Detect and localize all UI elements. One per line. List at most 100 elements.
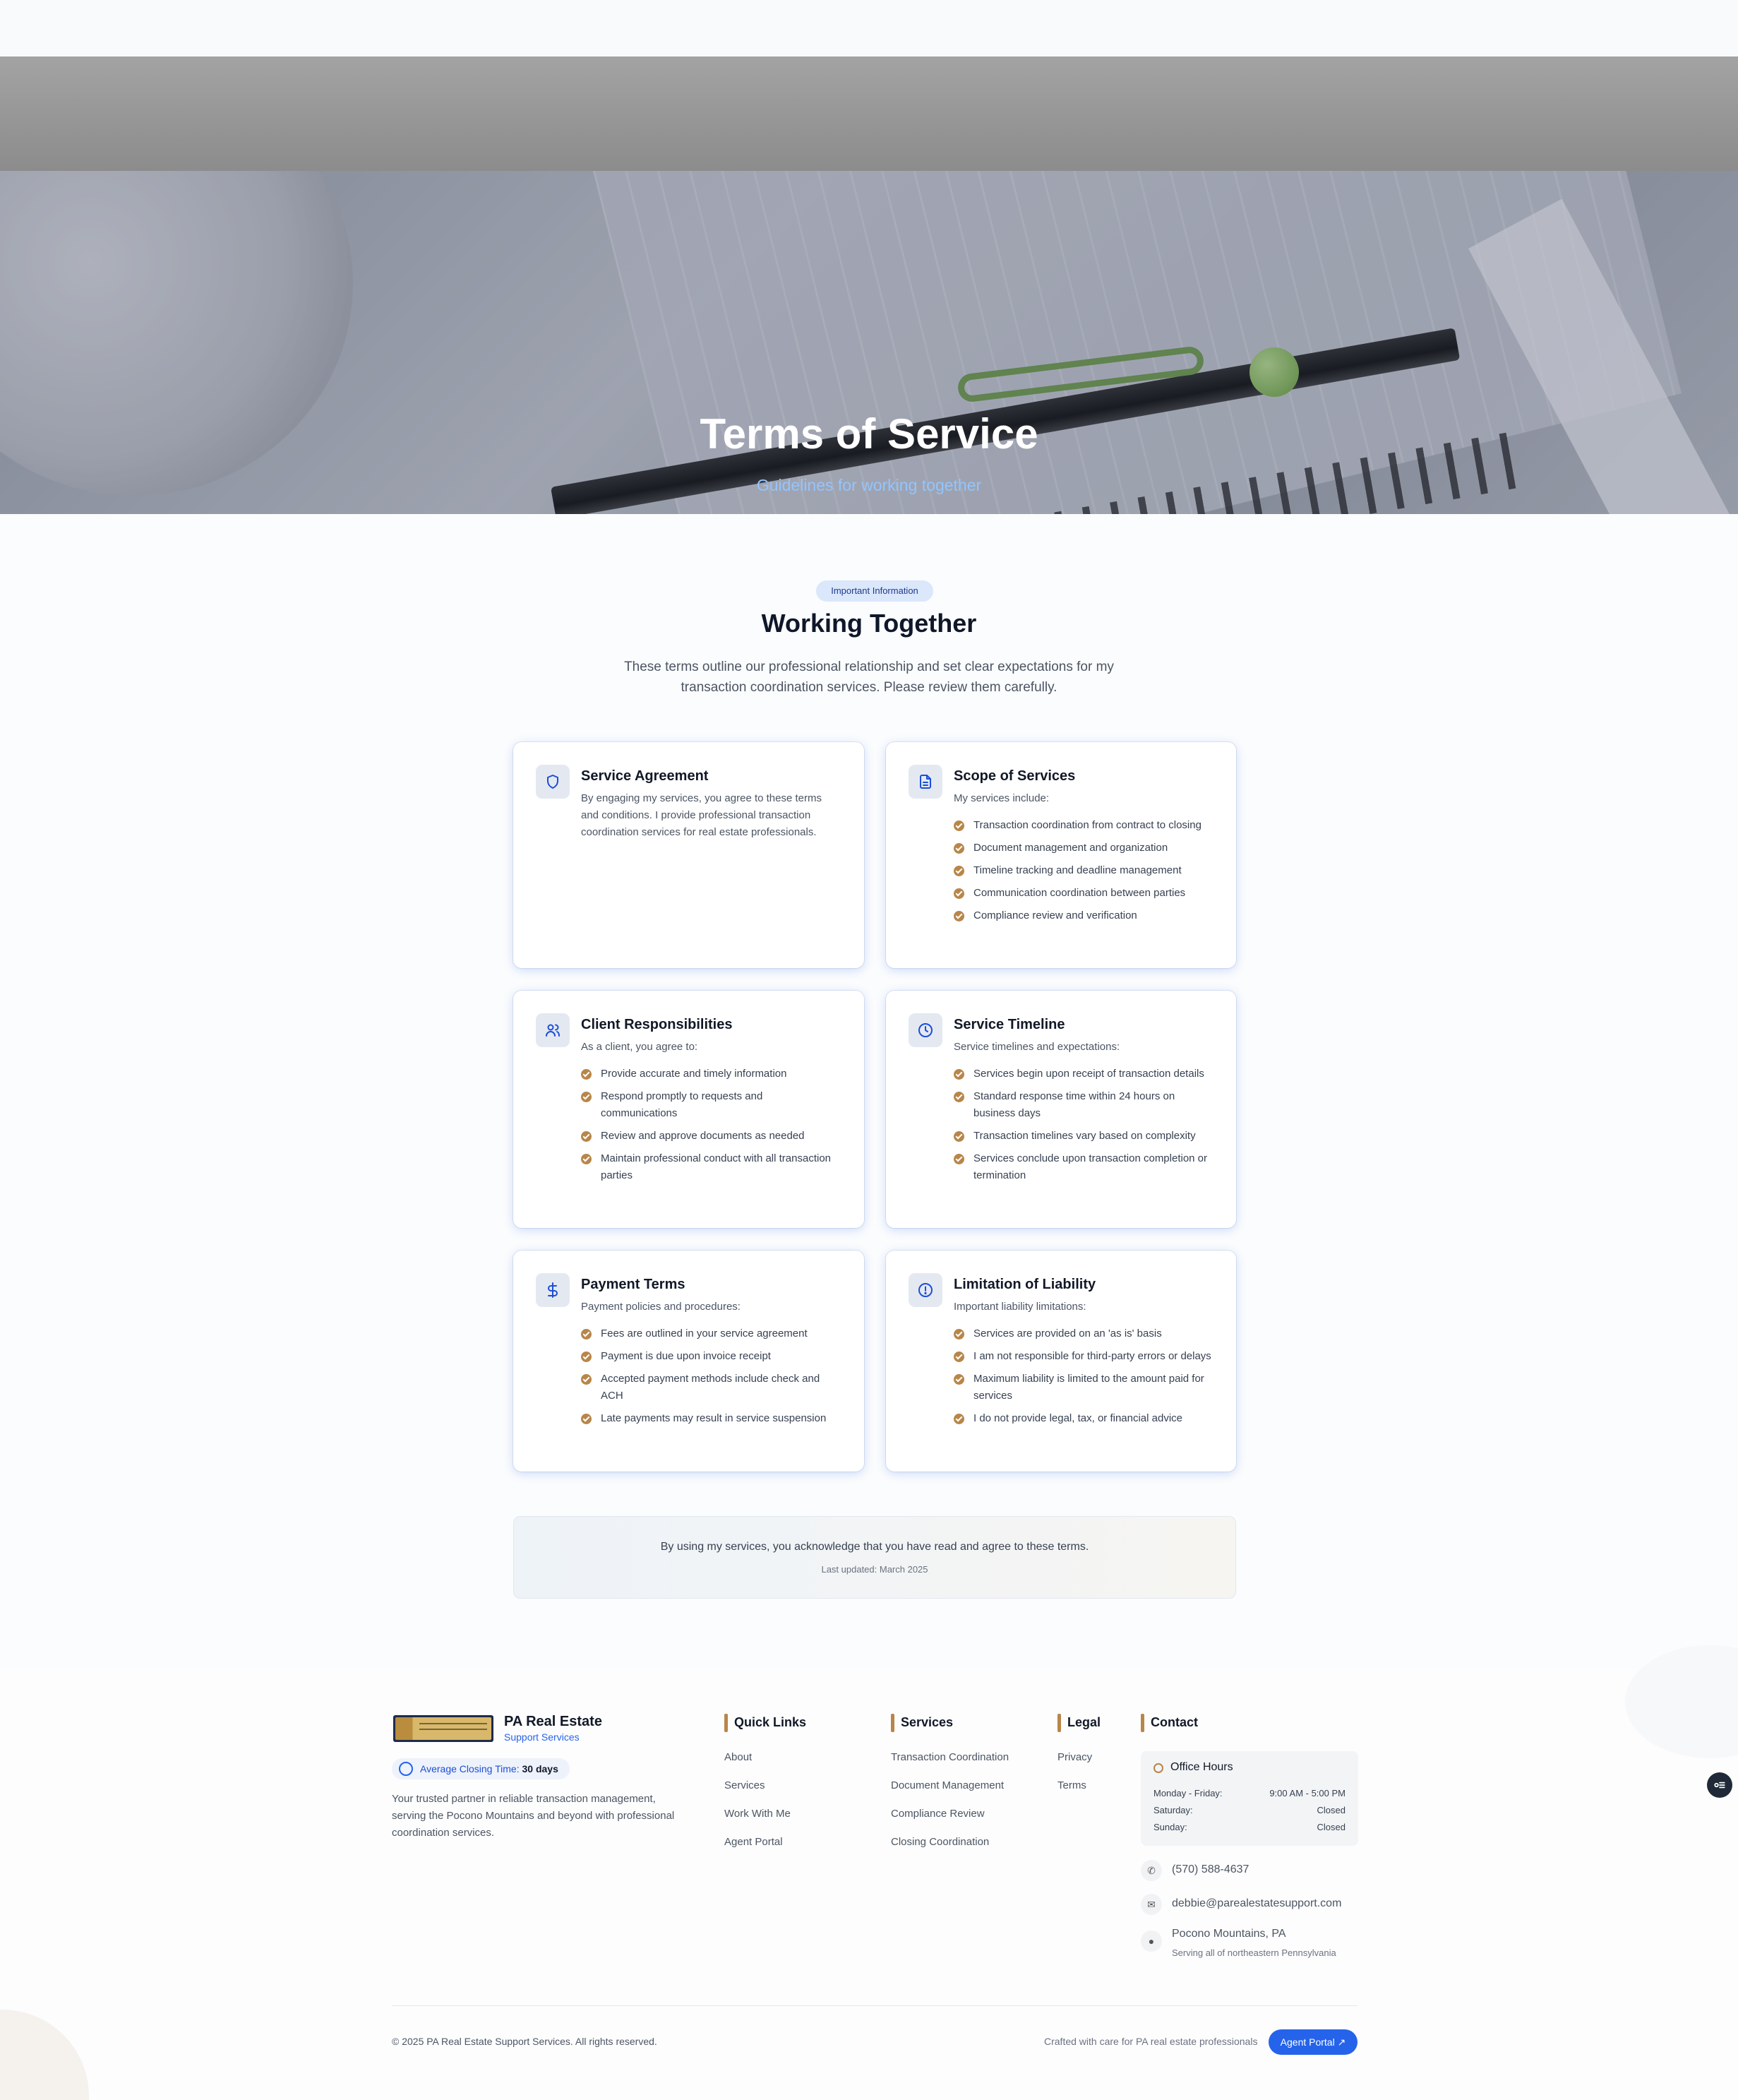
- contact-location-note: Serving all of northeastern Pennsylvania: [1172, 1947, 1336, 1958]
- list-item: I am not responsible for third-party err…: [954, 1348, 1212, 1365]
- hero-banner: Terms of Service Guidelines for working …: [0, 171, 1738, 514]
- hours-row: Monday - Friday: 9:00 AM - 5:00 PM: [1153, 1788, 1346, 1798]
- card-list: Fees are outlined in your service agreem…: [581, 1325, 840, 1427]
- check-circle-icon: [581, 1154, 592, 1164]
- footer-link-compliance-review[interactable]: Compliance Review: [891, 1808, 985, 1820]
- check-circle-icon: [954, 911, 964, 921]
- dollar-icon: [536, 1273, 570, 1307]
- card-payment-terms: Payment Terms Payment policies and proce…: [513, 1251, 864, 1472]
- document-icon: [909, 765, 942, 799]
- list-item: Timeline tracking and deadline managemen…: [954, 862, 1212, 879]
- footer-link-privacy[interactable]: Privacy: [1057, 1751, 1092, 1763]
- agent-portal-button[interactable]: Agent Portal ↗: [1269, 2029, 1358, 2055]
- contact-location: Pocono Mountains, PA: [1172, 1928, 1286, 1940]
- check-circle-icon: [581, 1069, 592, 1080]
- office-hours-box: Office Hours Monday - Friday: 9:00 AM - 5…: [1141, 1751, 1358, 1846]
- list-item: Late payments may result in service susp…: [581, 1410, 840, 1427]
- card-list: Services are provided on an 'as is' basi…: [954, 1325, 1212, 1427]
- brand-logo-image: [395, 1717, 491, 1740]
- footer-link-agent-portal[interactable]: Agent Portal: [724, 1836, 783, 1848]
- list-item: Services are provided on an 'as is' basi…: [954, 1325, 1212, 1342]
- list-item: Payment is due upon invoice receipt: [581, 1348, 840, 1365]
- quick-links-title: Quick Links: [724, 1714, 806, 1732]
- card-intro: Service timelines and expectations:: [954, 1041, 1120, 1053]
- closing-time-value: 30 days: [522, 1763, 558, 1774]
- acknowledgement-box: By using my services, you acknowledge th…: [513, 1516, 1236, 1599]
- card-list: Provide accurate and timely information …: [581, 1066, 840, 1184]
- list-item: Provide accurate and timely information: [581, 1066, 840, 1082]
- card-title: Limitation of Liability: [954, 1277, 1096, 1292]
- map-pin-icon: ●: [1141, 1931, 1162, 1952]
- external-link-icon: ↗: [1337, 2036, 1346, 2048]
- contact-email[interactable]: debbie@parealestatesupport.com: [1172, 1897, 1341, 1910]
- brand-description: Your trusted partner in reliable transac…: [392, 1793, 675, 1839]
- list-item: Transaction coordination from contract t…: [954, 817, 1212, 834]
- list-item: Compliance review and verification: [954, 907, 1212, 924]
- copyright: © 2025 PA Real Estate Support Services. …: [392, 2036, 657, 2047]
- footer-link-closing-coordination[interactable]: Closing Coordination: [891, 1836, 989, 1848]
- acknowledgement-text: By using my services, you acknowledge th…: [660, 1541, 1089, 1553]
- list-item: Document management and organization: [954, 840, 1212, 857]
- shield-icon: [536, 765, 570, 799]
- card-intro: As a client, you agree to:: [581, 1041, 698, 1053]
- list-item: Services begin upon receipt of transacti…: [954, 1066, 1212, 1082]
- list-item: Maximum liability is limited to the amou…: [954, 1371, 1212, 1404]
- page-title: Terms of Service: [700, 410, 1038, 458]
- check-circle-icon: [954, 1131, 964, 1142]
- list-item: Transaction timelines vary based on comp…: [954, 1128, 1212, 1145]
- mail-icon: ✉: [1141, 1894, 1162, 1915]
- users-icon: [536, 1013, 570, 1047]
- check-circle-icon: [954, 1069, 964, 1080]
- info-badge: Important Information: [816, 580, 933, 602]
- footer-link-about[interactable]: About: [724, 1751, 752, 1763]
- contact-title: Contact: [1141, 1714, 1198, 1732]
- card-title: Payment Terms: [581, 1277, 685, 1292]
- card-list: Transaction coordination from contract t…: [954, 817, 1212, 924]
- check-circle-icon: [954, 821, 964, 831]
- target-icon: [399, 1762, 413, 1776]
- card-title: Scope of Services: [954, 768, 1076, 784]
- brand-logo[interactable]: [393, 1715, 493, 1742]
- check-circle-icon: [581, 1131, 592, 1142]
- list-item: Services conclude upon transaction compl…: [954, 1150, 1212, 1184]
- list-item: Review and approve documents as needed: [581, 1128, 840, 1145]
- footer-divider: [392, 2005, 1358, 2006]
- footer-link-services[interactable]: Services: [724, 1779, 765, 1791]
- list-item: Fees are outlined in your service agreem…: [581, 1325, 840, 1342]
- check-circle-icon: [954, 1329, 964, 1340]
- footer-link-work-with-me[interactable]: Work With Me: [724, 1808, 791, 1820]
- list-item: Maintain professional conduct with all t…: [581, 1150, 840, 1184]
- check-circle-icon: [954, 1374, 964, 1385]
- closing-time-label: Average Closing Time:: [420, 1763, 520, 1774]
- check-circle-icon: [954, 866, 964, 876]
- card-service-timeline: Service Timeline Service timelines and e…: [886, 991, 1236, 1228]
- legal-title: Legal: [1057, 1714, 1101, 1732]
- menu-toggle-icon: [1714, 1782, 1725, 1789]
- card-intro: By engaging my services, you agree to th…: [581, 792, 822, 838]
- office-hours-title: Office Hours: [1170, 1761, 1233, 1773]
- check-circle-icon: [581, 1352, 592, 1362]
- clock-icon: [1153, 1763, 1163, 1773]
- floating-menu-button[interactable]: [1707, 1772, 1732, 1798]
- clock-icon: [909, 1013, 942, 1047]
- check-circle-icon: [954, 843, 964, 854]
- check-circle-icon: [954, 1092, 964, 1102]
- list-item: Communication coordination between parti…: [954, 885, 1212, 902]
- footer-link-terms[interactable]: Terms: [1057, 1779, 1086, 1791]
- check-circle-icon: [581, 1092, 592, 1102]
- check-circle-icon: [954, 888, 964, 899]
- check-circle-icon: [581, 1329, 592, 1340]
- card-title: Client Responsibilities: [581, 1017, 733, 1032]
- card-intro: Payment policies and procedures:: [581, 1301, 741, 1313]
- card-scope-of-services: Scope of Services My services include: T…: [886, 742, 1236, 968]
- card-intro: My services include:: [954, 792, 1050, 804]
- list-item: Accepted payment methods include check a…: [581, 1371, 840, 1404]
- list-item: Standard response time within 24 hours o…: [954, 1088, 1212, 1122]
- check-circle-icon: [954, 1154, 964, 1164]
- contact-phone[interactable]: (570) 588-4637: [1172, 1863, 1249, 1876]
- footer-link-document-management[interactable]: Document Management: [891, 1779, 1004, 1791]
- hero-top-band: [0, 56, 1738, 171]
- footer-link-transaction-coordination[interactable]: Transaction Coordination: [891, 1751, 1009, 1763]
- list-item: Respond promptly to requests and communi…: [581, 1088, 840, 1122]
- alert-circle-icon: [909, 1273, 942, 1307]
